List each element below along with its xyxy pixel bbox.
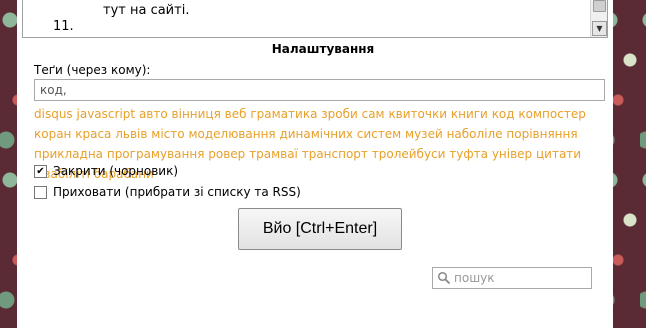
post-editor[interactable]: тут на сайті. 11. ▼ [22, 0, 608, 38]
search-box[interactable]: пошук [432, 267, 592, 289]
tag-link[interactable]: javascript [77, 107, 136, 121]
hide-post-checkbox[interactable] [34, 185, 47, 199]
tags-input[interactable] [34, 79, 605, 101]
tag-link[interactable]: універ [492, 147, 532, 161]
editor-scrollbar[interactable]: ▼ [590, 0, 607, 37]
hide-post-option[interactable]: Приховати (прибрати зі списку та RSS) [34, 185, 301, 199]
tag-link[interactable]: музей [405, 127, 443, 141]
tag-link[interactable]: книги [451, 107, 488, 121]
tags-label: Теґи (через кому): [34, 63, 151, 77]
tag-link[interactable]: прикладна програмування [34, 147, 204, 161]
tag-link[interactable]: наболіле [447, 127, 503, 141]
tag-link[interactable]: веб [225, 107, 247, 121]
tag-link[interactable]: disqus [34, 107, 73, 121]
scroll-down-arrow-icon[interactable]: ▼ [592, 21, 607, 36]
tag-link[interactable]: компостер [518, 107, 585, 121]
settings-title: Налаштування [271, 42, 375, 56]
hide-post-label: Приховати (прибрати зі списку та RSS) [53, 185, 301, 199]
close-draft-option[interactable]: ✔ Закрити (чорновик) [34, 164, 178, 178]
search-icon [437, 271, 451, 285]
tag-link[interactable]: порівняння [506, 127, 577, 141]
tag-link[interactable]: авто [139, 107, 168, 121]
submit-button[interactable]: Вйо [Ctrl+Enter] [238, 208, 402, 250]
tag-link[interactable]: місто [151, 127, 184, 141]
tag-link[interactable]: ровер [208, 147, 245, 161]
tag-link[interactable]: тролейбуси [372, 147, 446, 161]
tag-link[interactable]: краса [75, 127, 111, 141]
tag-link[interactable]: граматика [250, 107, 317, 121]
editor-line: 11. [53, 19, 74, 34]
tag-link[interactable]: коран [34, 127, 71, 141]
tag-link[interactable]: квиточки [388, 107, 447, 121]
tag-link[interactable]: туфта [449, 147, 488, 161]
tag-link[interactable]: вінниця [172, 107, 221, 121]
scrollbar-thumb[interactable] [593, 0, 606, 12]
tag-link[interactable]: транспорт [302, 147, 368, 161]
tag-link[interactable]: зроби сам [321, 107, 384, 121]
editor-line: тут на сайті. [103, 3, 190, 18]
close-draft-label: Закрити (чорновик) [53, 164, 179, 178]
search-placeholder: пошук [454, 271, 495, 285]
tag-link[interactable]: трамваї [249, 147, 298, 161]
tag-link[interactable]: цитати [536, 147, 581, 161]
tag-link[interactable]: моделювання динамічних систем [188, 127, 401, 141]
close-draft-checkbox[interactable]: ✔ [34, 164, 47, 178]
tag-link[interactable]: львів [115, 127, 147, 141]
tag-link[interactable]: код [492, 107, 515, 121]
